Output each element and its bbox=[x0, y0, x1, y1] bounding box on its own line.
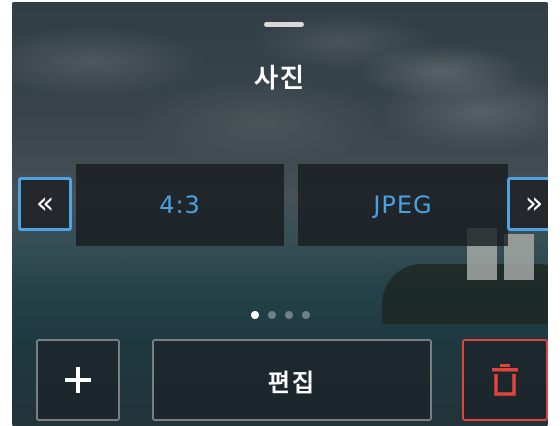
prev-page-button[interactable]: « bbox=[18, 177, 72, 231]
plus-icon bbox=[65, 367, 91, 393]
double-chevron-right-icon: » bbox=[524, 186, 544, 221]
edit-button[interactable]: 편집 bbox=[152, 339, 432, 421]
option-aspect-ratio[interactable]: 4:3 bbox=[76, 164, 284, 246]
edit-button-label: 편집 bbox=[267, 368, 317, 397]
page-indicator bbox=[12, 311, 548, 319]
trash-icon bbox=[492, 364, 518, 396]
page-dot bbox=[267, 311, 276, 319]
panel-title: 사진 bbox=[254, 64, 306, 94]
double-chevron-left-icon: « bbox=[35, 186, 55, 221]
option-aspect-ratio-label: 4:3 bbox=[159, 191, 201, 219]
drag-handle[interactable] bbox=[264, 22, 304, 27]
delete-button[interactable] bbox=[462, 339, 548, 421]
option-file-format-label: JPEG bbox=[373, 191, 433, 219]
option-file-format[interactable]: JPEG bbox=[298, 164, 508, 246]
page-dot bbox=[284, 311, 293, 319]
page-dot-active bbox=[250, 311, 259, 319]
add-button[interactable] bbox=[36, 339, 120, 421]
next-page-button[interactable]: » bbox=[507, 177, 548, 231]
camera-preview-screen: 사진 4:3 JPEG « » 편집 bbox=[12, 2, 548, 426]
page-dot bbox=[301, 311, 310, 319]
